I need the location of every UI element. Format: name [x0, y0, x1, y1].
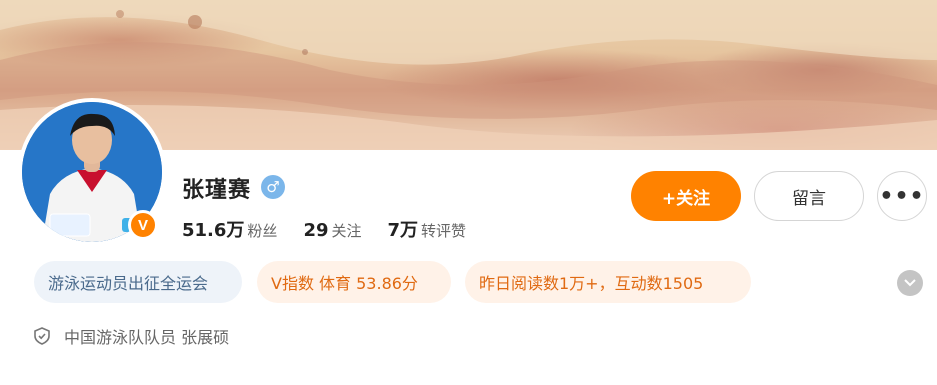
- stat-reposts-comments-likes[interactable]: 7万 转评赞: [388, 216, 467, 242]
- tag-reading-stats[interactable]: 昨日阅读数1万+，互动数1505: [465, 261, 751, 303]
- stat-value: 7万: [387, 220, 419, 241]
- stat-value: 29: [303, 220, 329, 241]
- more-options-button[interactable]: •••: [877, 171, 927, 221]
- stat-followers[interactable]: 51.6万 粉丝: [182, 216, 277, 242]
- stat-value: 51.6万: [182, 220, 245, 241]
- shield-icon: [34, 327, 50, 345]
- stat-label: 粉丝: [247, 222, 278, 240]
- follow-button[interactable]: +关注: [631, 171, 741, 221]
- expand-chevron-icon[interactable]: [897, 270, 923, 296]
- verified-v-badge: V: [128, 210, 158, 240]
- tag-role[interactable]: 游泳运动员出征全运会: [34, 261, 242, 303]
- profile-stats: 51.6万 粉丝 29 关注 7万 转评赞: [182, 216, 492, 242]
- verification-info: 中国游泳队队员 张展硕: [34, 324, 229, 348]
- stat-label: 关注: [331, 222, 362, 240]
- verification-text: 中国游泳队队员 张展硕: [64, 328, 230, 347]
- profile-name: 张瑾赛: [182, 178, 252, 203]
- stat-following[interactable]: 29 关注: [303, 220, 361, 241]
- tag-v-index[interactable]: V指数 体育 53.86分: [257, 261, 451, 303]
- male-icon: ♂: [261, 175, 285, 199]
- message-button[interactable]: 留言: [754, 171, 864, 221]
- stat-label: 转评赞: [421, 222, 467, 240]
